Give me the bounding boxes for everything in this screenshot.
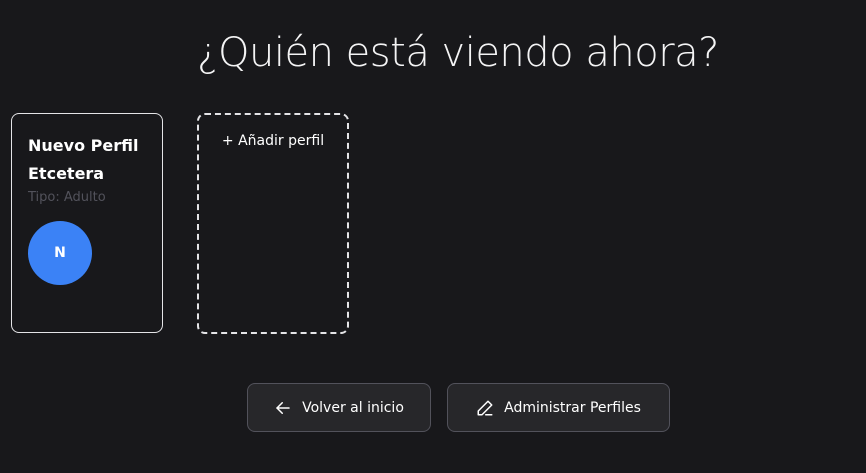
manage-profiles-button[interactable]: Administrar Perfiles: [447, 383, 670, 432]
arrow-left-icon: [274, 399, 292, 417]
add-profile-button[interactable]: + Añadir perfil: [197, 113, 349, 334]
profile-type: Tipo: Adulto: [28, 190, 106, 205]
avatar: N: [28, 221, 92, 285]
pencil-icon: [476, 399, 494, 417]
back-button-label: Volver al inicio: [302, 399, 404, 416]
profile-card[interactable]: Nuevo Perfil Etcetera Tipo: Adulto N: [11, 113, 163, 333]
profile-selection-page: ¿Quién está viendo ahora? Nuevo Perfil E…: [0, 0, 866, 473]
page-title: ¿Quién está viendo ahora?: [197, 30, 719, 76]
back-to-home-button[interactable]: Volver al inicio: [247, 383, 431, 432]
add-profile-label: + Añadir perfil: [221, 133, 325, 149]
manage-button-label: Administrar Perfiles: [504, 399, 641, 416]
avatar-initial: N: [54, 245, 66, 261]
profile-name: Nuevo Perfil Etcetera: [28, 136, 139, 183]
